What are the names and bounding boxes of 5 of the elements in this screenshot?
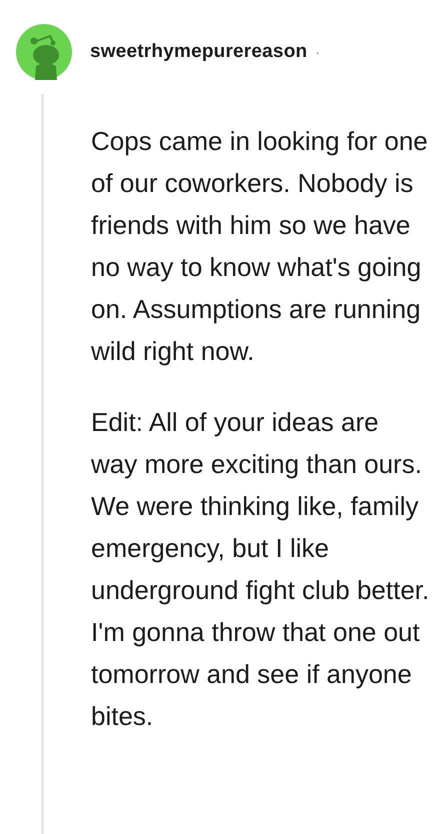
separator-dot: · bbox=[315, 42, 320, 62]
comment-paragraph: Cops came in looking for one of our coworkers. Nobody is friends with him so we have no way to know what's going on. Assumptions are running wild right now. bbox=[91, 125, 429, 368]
username[interactable]: sweetrhymepurereason bbox=[90, 38, 308, 66]
comment-paragraph: Edit: All of your ideas are way more exciting than ours. We were thinking like, family emergency, but I like underground fight club better. I'm gonna throw that one out tomorrow and see if anyone bites. bbox=[91, 406, 430, 733]
avatar-icon bbox=[16, 24, 72, 80]
